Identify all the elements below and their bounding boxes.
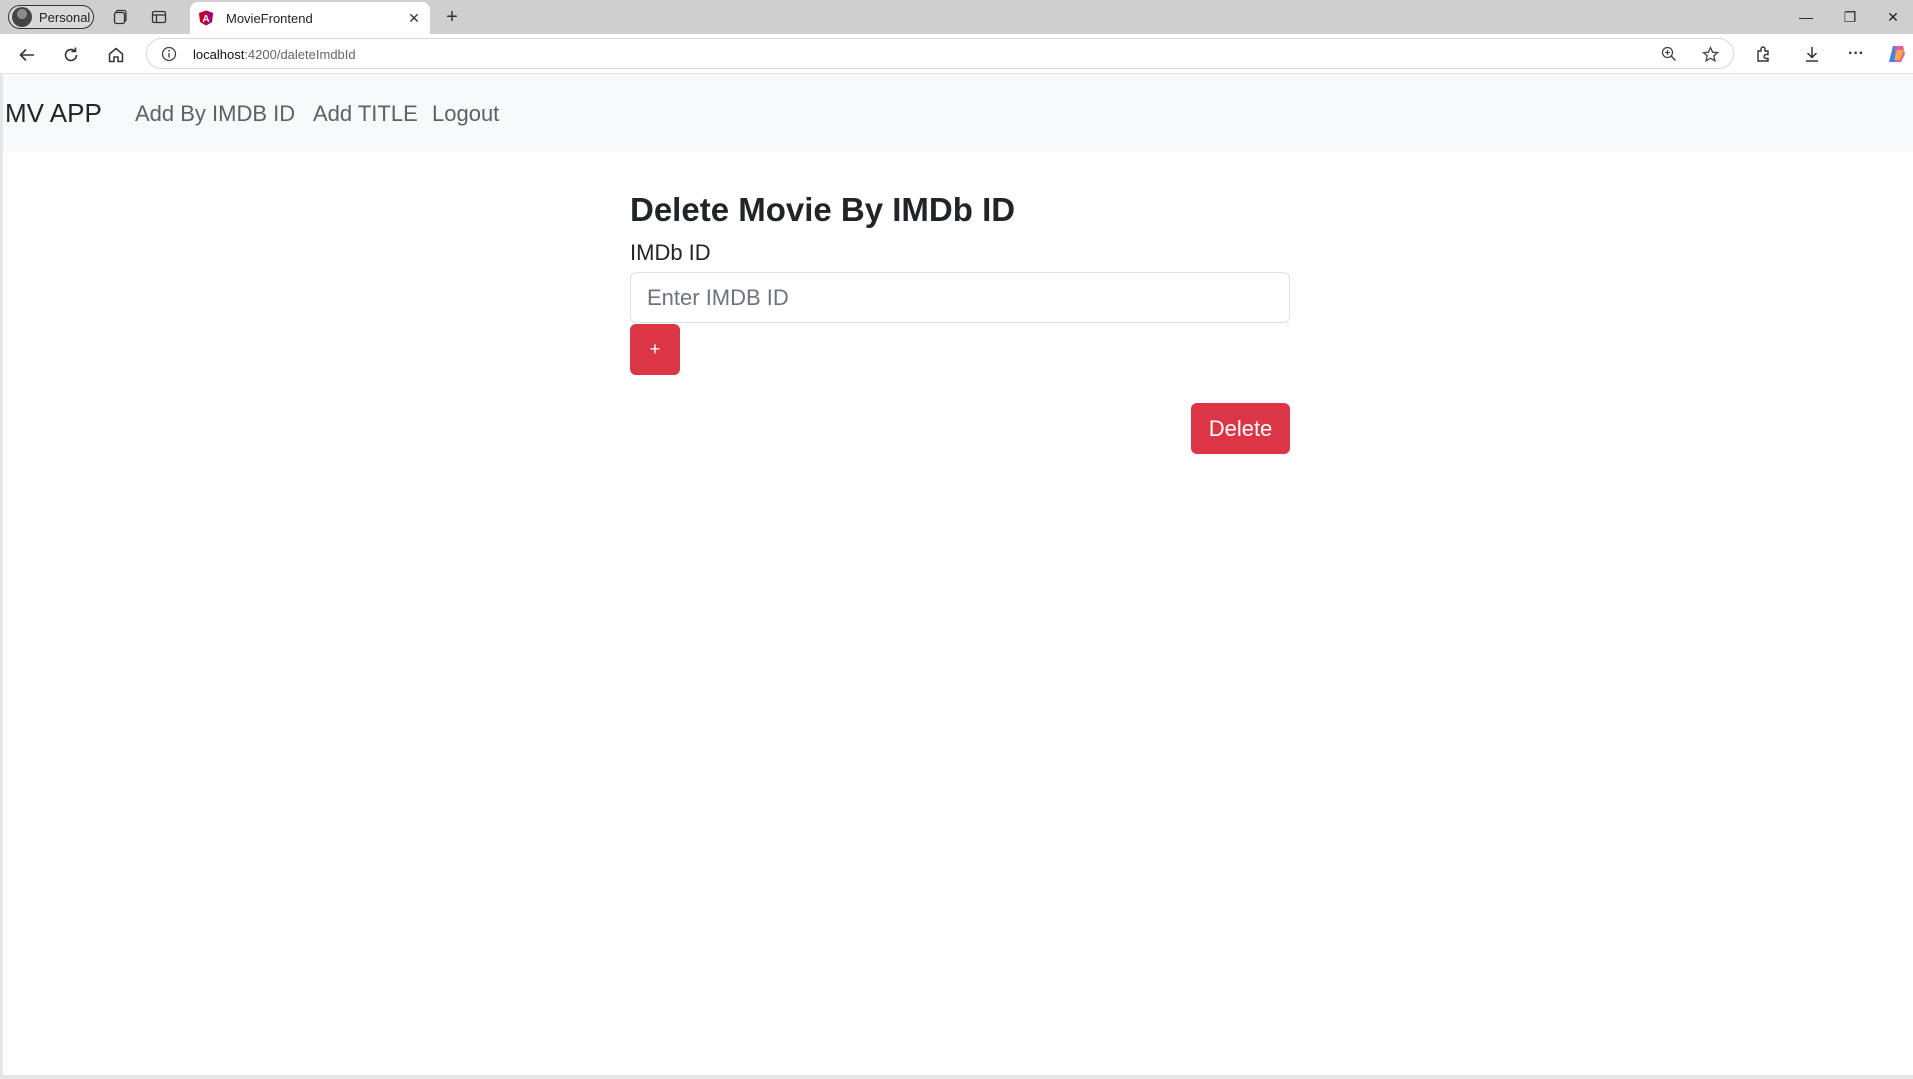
nav-link-logout[interactable]: Logout xyxy=(432,101,499,127)
address-bar[interactable]: localhost:4200/daleteImdbId xyxy=(146,38,1734,69)
imdb-id-input[interactable] xyxy=(630,272,1290,323)
delete-button[interactable]: Delete xyxy=(1191,403,1290,454)
profile-avatar-icon xyxy=(12,7,32,27)
tab-title: MovieFrontend xyxy=(226,10,313,26)
delete-movie-form: Delete Movie By IMDb ID IMDb ID + Delete xyxy=(630,188,1290,454)
copilot-icon[interactable] xyxy=(1886,43,1908,65)
nav-link-add-title[interactable]: Add TITLE xyxy=(313,101,418,127)
extensions-icon[interactable] xyxy=(1752,43,1774,65)
angular-favicon-icon: A xyxy=(199,10,213,26)
window-close-button[interactable]: ✕ xyxy=(1873,4,1913,30)
more-icon[interactable]: ··· xyxy=(1845,43,1867,65)
url-path: :4200/daleteImdbId xyxy=(244,47,356,62)
svg-text:A: A xyxy=(202,14,209,25)
site-info-icon[interactable] xyxy=(161,46,177,62)
minimize-button[interactable]: — xyxy=(1786,4,1826,30)
tab-close-icon[interactable]: ✕ xyxy=(404,8,424,28)
viewport-bottom-edge xyxy=(0,1075,1913,1079)
imdb-id-label: IMDb ID xyxy=(630,240,711,265)
workspaces-icon[interactable] xyxy=(110,6,132,28)
add-imdb-id-button[interactable]: + xyxy=(630,324,680,375)
url-host: localhost xyxy=(193,47,245,62)
brand-link[interactable]: MV APP xyxy=(5,98,102,129)
refresh-icon[interactable] xyxy=(58,42,84,68)
browser-tabstrip: Personal A MovieFrontend ✕ + — ❐ ✕ xyxy=(0,0,1913,34)
favorite-star-icon[interactable] xyxy=(1701,45,1719,63)
page-title: Delete Movie By IMDb ID xyxy=(630,191,1016,228)
back-arrow-icon[interactable] xyxy=(14,42,40,68)
profile-label: Personal xyxy=(39,9,91,25)
browser-toolbar: localhost:4200/daleteImdbId xyxy=(0,34,1913,74)
tab-moviefrontend[interactable]: A MovieFrontend ✕ xyxy=(190,2,430,34)
vertical-tabs-icon[interactable] xyxy=(148,6,170,28)
new-tab-button[interactable]: + xyxy=(440,6,464,28)
zoom-icon[interactable] xyxy=(1660,45,1678,63)
app-navbar: MV APP Add By IMDB ID Add TITLE Logout xyxy=(3,74,1913,152)
home-icon[interactable] xyxy=(103,42,129,68)
profile-button[interactable]: Personal xyxy=(8,5,94,29)
downloads-icon[interactable] xyxy=(1801,43,1823,65)
nav-link-add-by-imdb-id[interactable]: Add By IMDB ID xyxy=(135,101,295,127)
viewport-left-edge xyxy=(0,74,3,1079)
restore-button[interactable]: ❐ xyxy=(1830,4,1870,30)
url-text: localhost:4200/daleteImdbId xyxy=(193,47,356,62)
